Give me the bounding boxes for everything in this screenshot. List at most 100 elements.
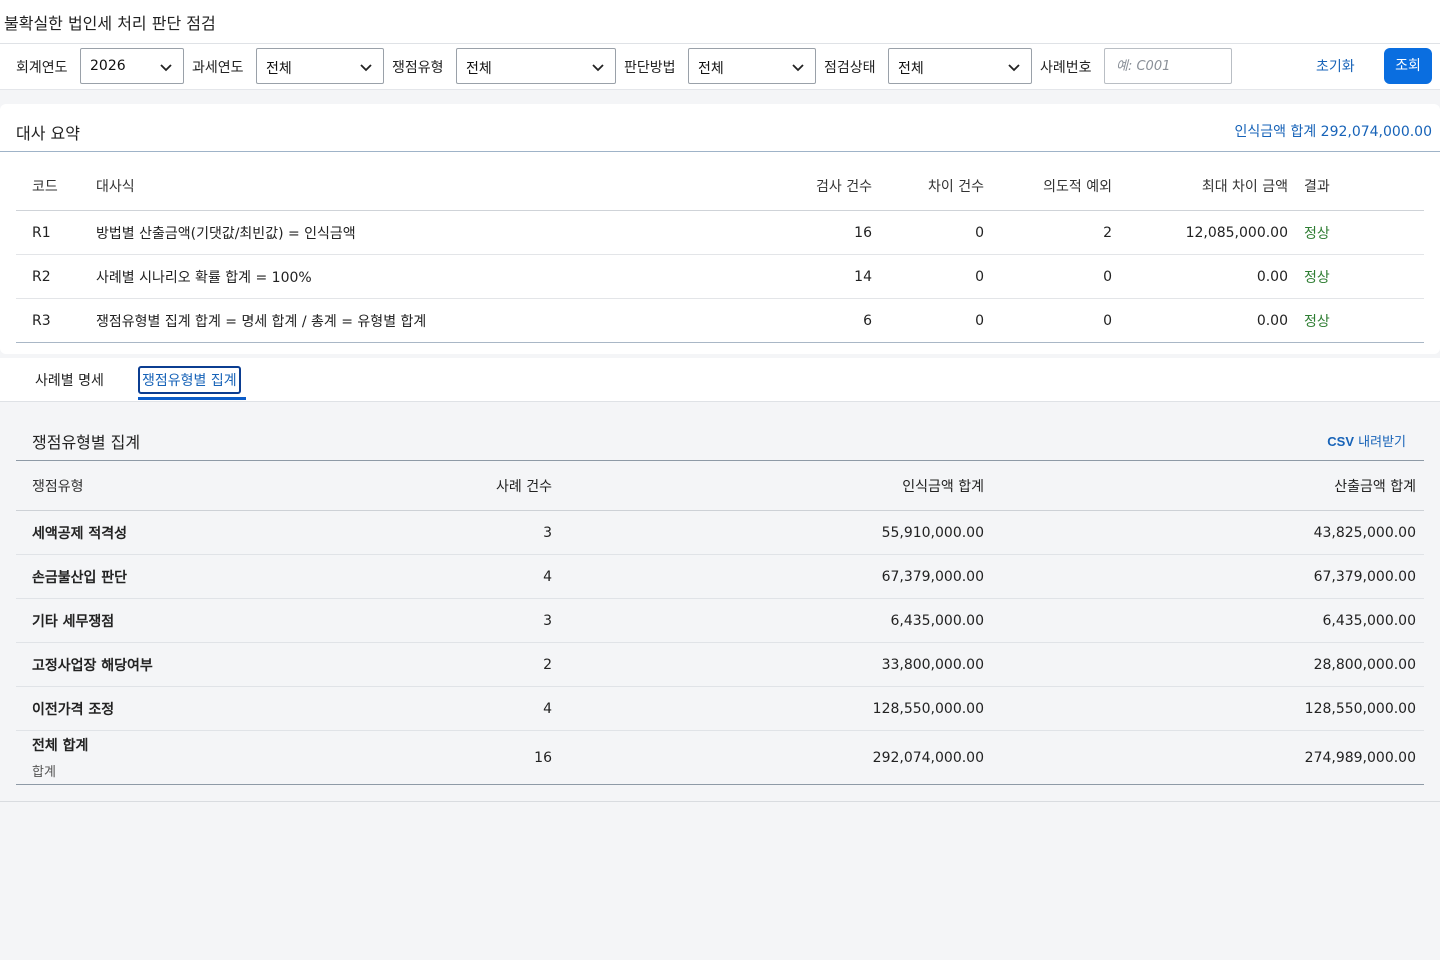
case-count: 16 bbox=[534, 749, 552, 766]
issue-type-table: 쟁점유형 사례 건수 인식금액 합계 산출금액 합계 세액공제 적격성 3 55… bbox=[16, 460, 1424, 785]
column-header: 검사 건수 bbox=[816, 179, 872, 195]
checked-count: 6 bbox=[863, 312, 872, 329]
intentional-exception: 0 bbox=[1103, 268, 1112, 285]
summary-table: 코드 대사식 검사 건수 차이 건수 의도적 예외 최대 차이 금액 결과 R1… bbox=[16, 162, 1424, 343]
result-status: 정상 bbox=[1304, 313, 1330, 330]
recognized-total: 55,910,000.00 bbox=[881, 524, 984, 541]
calculated-total: 28,800,000.00 bbox=[1313, 656, 1416, 673]
rule-formula: 방법별 산출금액(기댓값/최빈값) = 인식금액 bbox=[96, 225, 356, 242]
chevron-down-icon bbox=[160, 64, 172, 72]
chevron-down-icon bbox=[360, 64, 372, 72]
tax-year-value: 전체 bbox=[266, 61, 292, 77]
filter-bar: 회계연도 2026 과세연도 전체 쟁점유형 전체 판단방법 전체 점검상태 전… bbox=[0, 44, 1440, 90]
download-label: 내려받기 bbox=[1354, 435, 1406, 450]
issue-type-summary-panel: 쟁점유형별 집계 CSV 내려받기 쟁점유형 사례 건수 인식금액 합계 산출금… bbox=[0, 402, 1440, 802]
checked-count: 16 bbox=[854, 224, 872, 241]
table-row: 손금불산입 판단 4 67,379,000.00 67,379,000.00 bbox=[16, 555, 1424, 599]
fiscal-year-label: 회계연도 bbox=[16, 60, 68, 76]
intentional-exception: 2 bbox=[1103, 224, 1112, 241]
total-label-cell: 전체 합계 합계 bbox=[32, 731, 88, 784]
case-count: 3 bbox=[543, 612, 552, 629]
tab-case-detail[interactable]: 사례별 명세 bbox=[35, 370, 104, 390]
recognized-total: 33,800,000.00 bbox=[881, 656, 984, 673]
fiscal-year-select[interactable]: 2026 bbox=[80, 48, 184, 84]
diff-count: 0 bbox=[975, 312, 984, 329]
reset-button[interactable]: 초기화 bbox=[1316, 56, 1355, 76]
table-header: 코드 대사식 검사 건수 차이 건수 의도적 예외 최대 차이 금액 결과 bbox=[16, 162, 1424, 211]
status-select[interactable]: 전체 bbox=[888, 48, 1032, 84]
case-no-label: 사례번호 bbox=[1040, 60, 1092, 76]
tax-year-select[interactable]: 전체 bbox=[256, 48, 384, 84]
tab-issue-type-summary[interactable]: 쟁점유형별 집계 bbox=[138, 366, 241, 394]
recognized-total: 292,074,000.00 bbox=[872, 749, 984, 766]
fiscal-year-value: 2026 bbox=[90, 58, 126, 74]
column-header: 최대 차이 금액 bbox=[1201, 179, 1288, 195]
total-row: 전체 합계 합계 16 292,074,000.00 274,989,000.0… bbox=[16, 731, 1424, 785]
column-header: 인식금액 합계 bbox=[902, 478, 984, 495]
table-row: R3 쟁점유형별 집계 합계 = 명세 합계 / 총계 = 유형별 합계 6 0… bbox=[16, 299, 1424, 343]
column-header: 산출금액 합계 bbox=[1334, 478, 1416, 495]
summary-title: 대사 요약 bbox=[16, 124, 80, 143]
issue-type: 기타 세무쟁점 bbox=[32, 613, 115, 630]
chevron-down-icon bbox=[792, 64, 804, 72]
csv-download-link[interactable]: CSV 내려받기 bbox=[1327, 431, 1406, 450]
case-no-input[interactable] bbox=[1104, 48, 1232, 84]
issue-type-select[interactable]: 전체 bbox=[456, 48, 616, 84]
table-row: R1 방법별 산출금액(기댓값/최빈값) = 인식금액 16 0 2 12,08… bbox=[16, 211, 1424, 255]
method-value: 전체 bbox=[698, 61, 724, 77]
rule-code: R1 bbox=[32, 224, 51, 241]
rule-formula: 사례별 시나리오 확률 합계 = 100% bbox=[96, 269, 312, 286]
table-row: R2 사례별 시나리오 확률 합계 = 100% 14 0 0 0.00 정상 bbox=[16, 255, 1424, 299]
case-count: 4 bbox=[543, 568, 552, 585]
total-label: 전체 합계 bbox=[32, 738, 89, 754]
calculated-total: 6,435,000.00 bbox=[1322, 612, 1416, 629]
reconciliation-summary: 대사 요약 인식금액 합계 292,074,000.00 코드 대사식 검사 건… bbox=[0, 104, 1440, 354]
result-status: 정상 bbox=[1304, 225, 1330, 242]
recognized-total: 67,379,000.00 bbox=[881, 568, 984, 585]
issue-type-label: 쟁점유형 bbox=[392, 60, 444, 76]
total-sub-label: 합계 bbox=[32, 765, 56, 780]
calculated-total: 128,550,000.00 bbox=[1304, 700, 1416, 717]
intentional-exception: 0 bbox=[1103, 312, 1112, 329]
calculated-total: 67,379,000.00 bbox=[1313, 568, 1416, 585]
table-header: 쟁점유형 사례 건수 인식금액 합계 산출금액 합계 bbox=[16, 461, 1424, 511]
table-row: 이전가격 조정 4 128,550,000.00 128,550,000.00 bbox=[16, 687, 1424, 731]
csv-label: CSV bbox=[1327, 434, 1355, 449]
method-select[interactable]: 전체 bbox=[688, 48, 816, 84]
chevron-down-icon bbox=[592, 64, 604, 72]
rule-code: R3 bbox=[32, 312, 51, 329]
section-title: 쟁점유형별 집계 bbox=[32, 433, 141, 452]
diff-count: 0 bbox=[975, 224, 984, 241]
divider bbox=[0, 151, 1440, 152]
column-header: 결과 bbox=[1304, 179, 1330, 195]
page-title: 불확실한 법인세 처리 판단 점검 bbox=[4, 14, 216, 33]
checked-count: 14 bbox=[854, 268, 872, 285]
search-button[interactable]: 조회 bbox=[1384, 48, 1432, 84]
issue-type: 손금불산입 판단 bbox=[32, 569, 128, 586]
recognized-total: 128,550,000.00 bbox=[872, 700, 984, 717]
status-label: 점검상태 bbox=[824, 60, 876, 76]
view-tabs: 사례별 명세 쟁점유형별 집계 bbox=[0, 358, 1440, 402]
max-diff-amount: 12,085,000.00 bbox=[1185, 224, 1288, 241]
column-header: 사례 건수 bbox=[496, 478, 552, 495]
issue-type-value: 전체 bbox=[466, 61, 492, 77]
case-count: 3 bbox=[543, 524, 552, 541]
max-diff-amount: 0.00 bbox=[1256, 268, 1288, 285]
table-row: 세액공제 적격성 3 55,910,000.00 43,825,000.00 bbox=[16, 511, 1424, 555]
recognized-total: 6,435,000.00 bbox=[890, 612, 984, 629]
tax-year-label: 과세연도 bbox=[192, 60, 244, 76]
table-row: 고정사업장 해당여부 2 33,800,000.00 28,800,000.00 bbox=[16, 643, 1424, 687]
active-tab-indicator bbox=[138, 397, 246, 400]
result-status: 정상 bbox=[1304, 269, 1330, 286]
rule-formula: 쟁점유형별 집계 합계 = 명세 합계 / 총계 = 유형별 합계 bbox=[96, 313, 427, 330]
chevron-down-icon bbox=[1008, 64, 1020, 72]
calculated-total: 43,825,000.00 bbox=[1313, 524, 1416, 541]
column-header: 코드 bbox=[32, 179, 58, 195]
column-header: 의도적 예외 bbox=[1043, 179, 1112, 195]
diff-count: 0 bbox=[975, 268, 984, 285]
issue-type: 세액공제 적격성 bbox=[32, 525, 128, 542]
case-count: 4 bbox=[543, 700, 552, 717]
column-header: 쟁점유형 bbox=[32, 478, 84, 495]
title-bar: 불확실한 법인세 처리 판단 점검 bbox=[0, 0, 1440, 44]
status-value: 전체 bbox=[898, 61, 924, 77]
